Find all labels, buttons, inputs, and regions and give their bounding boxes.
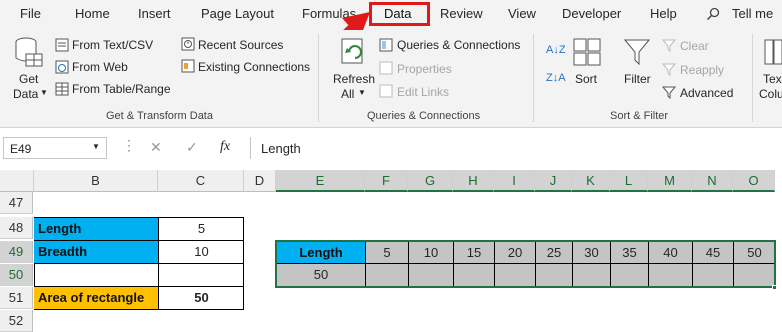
column-header-k[interactable]: K — [572, 170, 610, 192]
sort-asc-icon[interactable]: A↓Z — [546, 44, 566, 56]
ribbon-tabs: File Home Insert Page Layout Formulas Da… — [0, 0, 782, 30]
group-label-sort-filter: Sort & Filter — [610, 110, 669, 122]
advanced-button[interactable]: Advanced — [680, 86, 733, 100]
chevron-down-icon: ▼ — [358, 88, 366, 97]
refresh-all-icon — [341, 38, 363, 64]
clear-button[interactable]: Clear — [680, 39, 709, 53]
tab-file[interactable]: File — [20, 6, 41, 21]
sort-dialog-icon — [573, 38, 601, 66]
cancel-icon[interactable]: ✕ — [150, 139, 162, 156]
text-to-columns-icon — [764, 39, 782, 65]
tab-developer[interactable]: Developer — [562, 6, 621, 21]
tab-page-layout[interactable]: Page Layout — [201, 6, 274, 21]
row-header-47[interactable]: 47 — [0, 192, 33, 214]
column-header-o[interactable]: O — [733, 170, 775, 192]
edit-links-button[interactable]: Edit Links — [397, 85, 449, 99]
more-dots-icon: ⋮ — [122, 137, 136, 153]
formula-input[interactable]: Length — [250, 137, 782, 159]
ribbon: Get Data ▼ From Text/CSV From Web From T… — [0, 30, 782, 128]
tab-view[interactable]: View — [508, 6, 536, 21]
cell-c51[interactable]: 50 — [158, 287, 244, 309]
text-file-icon — [55, 38, 69, 52]
chevron-down-icon[interactable]: ▼ — [92, 142, 100, 151]
column-header-d[interactable]: D — [244, 170, 276, 192]
column-header-b[interactable]: B — [34, 170, 158, 192]
tab-review[interactable]: Review — [440, 6, 483, 21]
properties-button[interactable]: Properties — [397, 62, 452, 76]
reapply-button[interactable]: Reapply — [680, 63, 724, 77]
column-header-e[interactable]: E — [276, 170, 365, 192]
cell-b48[interactable]: Length — [34, 218, 158, 240]
chevron-down-icon: ▼ — [40, 88, 48, 97]
text-to-columns-label[interactable]: Tex — [763, 72, 782, 86]
filter-funnel-icon — [624, 39, 650, 66]
from-table-range-button[interactable]: From Table/Range — [72, 82, 171, 96]
enter-check-icon[interactable]: ✓ — [186, 139, 198, 156]
column-header-g[interactable]: G — [408, 170, 453, 192]
tab-help[interactable]: Help — [650, 6, 677, 21]
formula-bar: E49 ▼ ⋮ ✕ ✓ fx Length — [0, 134, 782, 162]
column-header-f[interactable]: F — [365, 170, 408, 192]
table-icon — [55, 82, 69, 96]
column-header-c[interactable]: C — [158, 170, 244, 192]
column-header-h[interactable]: H — [453, 170, 494, 192]
select-all-corner[interactable] — [0, 170, 34, 192]
refresh-label[interactable]: Refresh — [333, 72, 375, 86]
recent-sources-button[interactable]: Recent Sources — [198, 38, 283, 52]
web-icon — [55, 60, 69, 74]
lightbulb-search-icon — [706, 7, 720, 21]
row-header-50[interactable]: 50 — [0, 264, 33, 286]
queries-connections-icon — [379, 38, 393, 52]
from-text-csv-button[interactable]: From Text/CSV — [72, 38, 153, 52]
get-data-icon — [15, 37, 43, 67]
cell-b51[interactable]: Area of rectangle — [34, 287, 158, 309]
clear-filter-icon — [662, 39, 676, 52]
insert-function-icon[interactable]: fx — [220, 139, 230, 155]
refresh-label2[interactable]: All — [341, 87, 354, 101]
sort-button[interactable]: Sort — [575, 72, 597, 86]
cell-c48[interactable]: 5 — [158, 218, 244, 240]
filter-button[interactable]: Filter — [624, 72, 651, 86]
tab-home[interactable]: Home — [75, 6, 110, 21]
advanced-filter-icon — [662, 86, 676, 99]
column-header-i[interactable]: I — [494, 170, 535, 192]
existing-connections-button[interactable]: Existing Connections — [198, 60, 310, 74]
column-header-j[interactable]: J — [535, 170, 572, 192]
row-header-52[interactable]: 52 — [0, 310, 33, 332]
get-data-label2[interactable]: Data — [13, 87, 38, 101]
group-separator — [318, 34, 319, 122]
fill-handle[interactable] — [772, 285, 777, 290]
edit-links-icon — [379, 84, 393, 98]
cell-b49[interactable]: Breadth — [34, 241, 158, 263]
queries-connections-button[interactable]: Queries & Connections — [397, 38, 520, 52]
selection-outline — [275, 240, 776, 288]
tab-insert[interactable]: Insert — [138, 6, 171, 21]
worksheet-grid: B C D E F G H I J K L M N O 47 48 49 50 … — [0, 170, 782, 332]
from-web-button[interactable]: From Web — [72, 60, 128, 74]
group-label-get-transform: Get & Transform Data — [106, 110, 213, 122]
row-header-51[interactable]: 51 — [0, 287, 33, 309]
column-header-m[interactable]: M — [648, 170, 692, 192]
group-separator — [752, 34, 753, 122]
row-header-48[interactable]: 48 — [0, 217, 33, 239]
row-header-49[interactable]: 49 — [0, 241, 33, 263]
sort-desc-icon[interactable]: Z↓A — [546, 72, 566, 84]
column-header-n[interactable]: N — [692, 170, 733, 192]
recent-sources-icon — [181, 37, 195, 51]
column-header-l[interactable]: L — [610, 170, 648, 192]
text-to-columns-label2[interactable]: Colu — [759, 87, 782, 101]
get-data-label[interactable]: Get — [19, 72, 38, 86]
cell-c50[interactable] — [158, 264, 244, 286]
reapply-icon — [662, 63, 676, 76]
group-separator — [533, 34, 534, 122]
tell-me-box[interactable]: Tell me — [732, 6, 773, 21]
existing-connections-icon — [181, 59, 195, 73]
cell-c49[interactable]: 10 — [158, 241, 244, 263]
group-label-queries: Queries & Connections — [367, 110, 481, 122]
properties-icon — [379, 61, 393, 75]
